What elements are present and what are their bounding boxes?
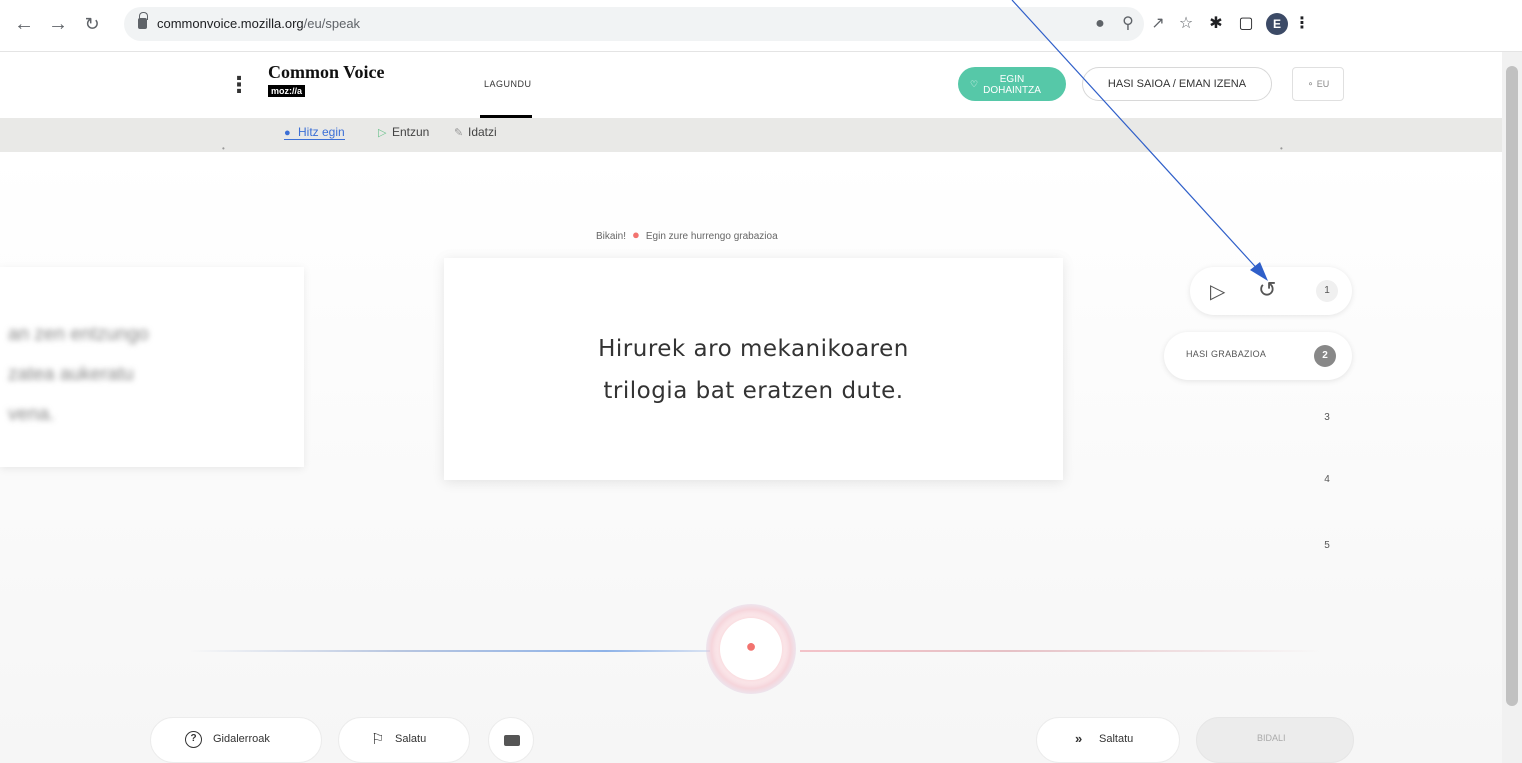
play-icon: ▷ [378, 127, 387, 139]
feedback-great: Bikain! [596, 231, 627, 242]
browser-toolbar: ← → ↻ commonvoice.mozilla.org/eu/speak ●… [0, 0, 1522, 52]
guidelines-button[interactable]: ? Gidalerroak [150, 717, 322, 763]
start-recording-label: HASI GRABAZIOA [1186, 349, 1267, 359]
report-button[interactable]: ⚐ Salatu [338, 717, 470, 763]
nav-contribute[interactable]: LAGUNDU [484, 79, 532, 89]
mic-icon: ● [632, 227, 640, 242]
mozilla-logo[interactable]: moz://a [268, 85, 306, 97]
chrome-menu-icon[interactable]: ⋮ [1292, 14, 1312, 34]
contribute-subnav: ● Hitz egin ▷ Entzun ✎ Idatzi • • [0, 118, 1502, 153]
skip-label: Saltatu [1099, 733, 1134, 745]
reload-icon[interactable]: ↻ [80, 12, 104, 36]
question-icon: ? [185, 731, 202, 748]
logo-title[interactable]: Common Voice [268, 62, 385, 83]
mic-permission-icon[interactable]: ● [1090, 14, 1110, 34]
login-button[interactable]: HASI SAIOA / EMAN IZENA [1082, 67, 1272, 101]
waveform-right [800, 650, 1320, 652]
waveform-left [190, 650, 710, 652]
side-panel-icon[interactable]: ▢ [1236, 14, 1256, 34]
back-icon[interactable]: ← [12, 12, 36, 36]
clip-1: ▷ ↺ 1 [1190, 267, 1352, 315]
extensions-puzzle-icon[interactable]: ✱ [1206, 14, 1226, 34]
sentence-text: Hirurek aro mekanikoaren trilogia bat er… [444, 328, 1063, 412]
skip-icon: » [1075, 731, 1083, 746]
profile-avatar[interactable]: E [1266, 13, 1288, 35]
heart-icon: ♡ [970, 79, 979, 89]
address-bar[interactable]: commonvoice.mozilla.org/eu/speak [124, 7, 1144, 41]
clip-2[interactable]: HASI GRABAZIOA 2 [1164, 332, 1352, 380]
separator-dot: • [222, 144, 225, 153]
keyboard-icon [504, 735, 520, 746]
tab-listen[interactable]: ▷ Entzun [378, 125, 429, 139]
recording-feedback: Bikain! ● Egin zure hurrengo grabazioa [596, 227, 778, 242]
rerecord-icon[interactable]: ↺ [1258, 277, 1276, 303]
clip-number: 2 [1314, 345, 1336, 367]
clip-number-3: 3 [1324, 412, 1330, 423]
sentence-line2: trilogia bat eratzen dute. [603, 378, 904, 404]
lock-icon [138, 12, 148, 29]
language-select[interactable]: ⚬ EU [1292, 67, 1344, 101]
tab-speak-label: Hitz egin [298, 125, 345, 139]
mic-icon: ● [284, 127, 291, 139]
forward-icon[interactable]: → [46, 12, 70, 36]
scrollbar-thumb[interactable] [1506, 66, 1518, 706]
separator-dot: • [1280, 144, 1283, 153]
report-label: Salatu [395, 733, 427, 745]
speak-content: Bikain! ● Egin zure hurrengo grabazioa an … [0, 152, 1502, 763]
clip-number: 1 [1316, 280, 1338, 302]
clip-number-5: 5 [1324, 540, 1330, 551]
bookmark-star-icon[interactable]: ☆ [1176, 14, 1196, 34]
play-icon[interactable]: ▷ [1210, 279, 1225, 304]
tab-write-label: Idatzi [468, 125, 497, 139]
clip-number-4: 4 [1324, 474, 1330, 485]
previous-sentence-card: an zen entzungo zatea aukeratu vena. [0, 267, 304, 467]
submit-label: BIDALI [1257, 733, 1286, 743]
tab-write[interactable]: ✎ Idatzi [454, 125, 497, 139]
flag-icon: ⚐ [371, 731, 385, 748]
feedback-next: Egin zure hurrengo grabazioa [645, 231, 778, 242]
mic-icon: ● [745, 636, 757, 656]
tab-speak[interactable]: ● Hitz egin [284, 125, 345, 140]
pencil-icon: ✎ [454, 127, 464, 139]
language-code: EU [1316, 79, 1330, 89]
menu-kebab-icon[interactable]: ⋮ [228, 74, 250, 96]
url-text: commonvoice.mozilla.org/eu/speak [157, 16, 361, 31]
sentence-card: Hirurek aro mekanikoaren trilogia bat er… [444, 258, 1063, 480]
previous-sentence-text: an zen entzungo zatea aukeratu vena. [8, 324, 149, 425]
zoom-icon[interactable]: ⚲ [1118, 14, 1138, 34]
keyboard-shortcuts-button[interactable] [488, 717, 534, 763]
guidelines-label: Gidalerroak [213, 733, 270, 745]
donate-button[interactable]: ♡ EGIN DOHAINTZA [958, 67, 1066, 101]
record-button[interactable]: ● [720, 618, 782, 680]
skip-button[interactable]: » Saltatu [1036, 717, 1180, 763]
site-header: ⋮ Common Voice moz://a LAGUNDU ♡ EGIN DO… [0, 52, 1502, 118]
share-icon[interactable]: ↗ [1148, 14, 1168, 34]
submit-button[interactable]: BIDALI [1196, 717, 1354, 763]
tab-listen-label: Entzun [392, 125, 430, 139]
globe-icon: ⚬ [1306, 79, 1315, 89]
sentence-line1: Hirurek aro mekanikoaren [598, 336, 909, 362]
